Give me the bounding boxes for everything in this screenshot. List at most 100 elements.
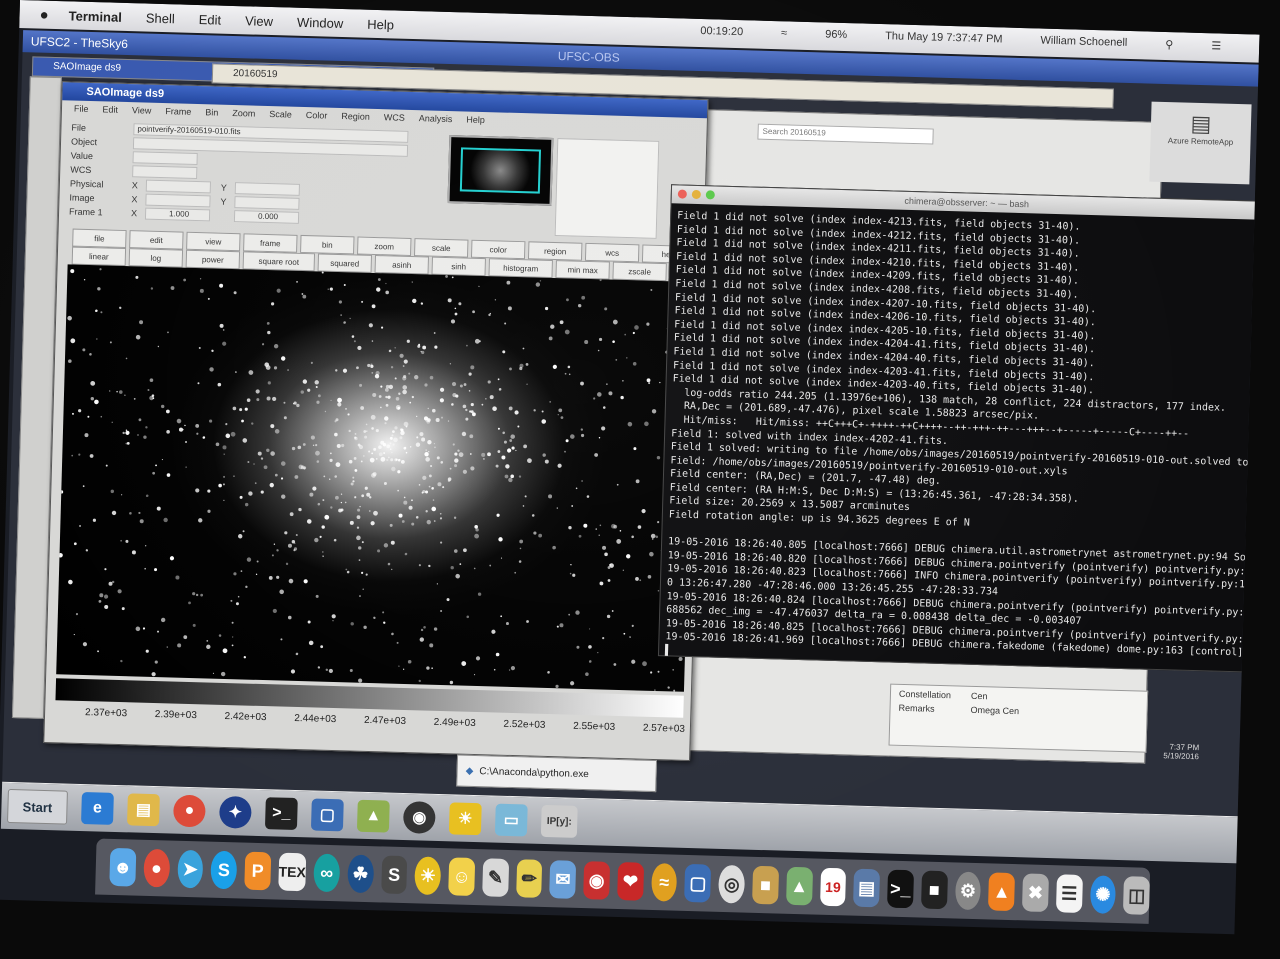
btn-wcs[interactable]: wcs [584, 242, 640, 263]
btn-region[interactable]: region [527, 241, 583, 261]
webcam-icon[interactable]: ◎ [718, 864, 746, 904]
git-icon[interactable]: ❤ [617, 862, 644, 901]
menu-view[interactable]: View [245, 13, 273, 29]
btn-zoom[interactable]: zoom [357, 236, 412, 257]
btn-file[interactable]: file [72, 228, 127, 249]
search-field[interactable]: Search 20160519 [757, 123, 934, 145]
ds9-menu-region[interactable]: Region [341, 111, 370, 122]
star [312, 444, 315, 446]
ds9-menu-bin[interactable]: Bin [205, 107, 218, 117]
menu-help[interactable]: Help [367, 16, 394, 32]
safari-icon[interactable]: ✺ [1089, 875, 1117, 914]
star [403, 668, 405, 670]
btn-view[interactable]: view [186, 231, 241, 252]
ie-icon[interactable]: e [81, 792, 114, 825]
sublime-icon[interactable]: S [380, 855, 408, 895]
btn-frame[interactable]: frame [243, 233, 298, 253]
btn-color[interactable]: color [470, 239, 526, 260]
calendar-icon[interactable]: 19 [819, 867, 847, 907]
ds9-menu-wcs[interactable]: WCS [384, 112, 405, 123]
btn-power[interactable]: power [185, 249, 241, 270]
ds9-menu-edit[interactable]: Edit [102, 104, 118, 114]
terminal-window[interactable]: chimera@obsserver: ~ — bash Field 1 did … [657, 184, 1260, 673]
minimize-icon[interactable] [691, 189, 701, 200]
app2-icon[interactable]: ◉ [402, 801, 436, 834]
prefs-icon[interactable]: ⚙ [954, 871, 982, 911]
zoom-icon[interactable] [705, 190, 715, 200]
btn-edit[interactable]: edit [129, 230, 184, 250]
sun-icon[interactable]: ☀ [448, 802, 482, 836]
btn-zscale[interactable]: zscale [612, 261, 667, 282]
scripteditor-icon[interactable]: ✖ [1022, 873, 1049, 913]
btn-linear[interactable]: linear [71, 246, 127, 267]
virtualbox-icon[interactable]: ▢ [684, 863, 712, 903]
arduino-icon[interactable]: ∞ [313, 853, 341, 893]
tex-icon[interactable]: TEX [278, 852, 307, 892]
terminal-icon[interactable]: >_ [887, 869, 914, 909]
btn-asinh[interactable]: asinh [374, 255, 429, 275]
ds9-menu-zoom[interactable]: Zoom [232, 108, 255, 119]
btn-squared[interactable]: squared [317, 253, 373, 273]
ds9-menu-view[interactable]: View [132, 105, 152, 116]
btn-histogram[interactable]: histogram [488, 258, 553, 278]
telegram-icon[interactable]: ➤ [176, 849, 204, 889]
menu-window[interactable]: Window [297, 14, 344, 30]
panner-view[interactable] [447, 135, 554, 206]
terminal-output[interactable]: Field 1 did not solve (index index-4213.… [659, 203, 1260, 680]
btn-min-max[interactable]: min max [555, 260, 610, 280]
app2-icon[interactable]: ▲ [785, 866, 813, 906]
menu-shell[interactable]: Shell [146, 10, 175, 26]
folder-icon[interactable]: ▤ [126, 793, 160, 827]
btn-scale[interactable]: scale [414, 238, 469, 258]
chrome-icon[interactable]: ● [172, 794, 206, 828]
preview-icon[interactable]: ✉ [549, 860, 577, 899]
btn-square-root[interactable]: square root [242, 251, 316, 272]
close-icon[interactable] [677, 189, 687, 199]
wifi-icon[interactable]: ≈ [781, 27, 787, 40]
ipython-icon[interactable]: IP[y]: [540, 804, 578, 838]
trash-icon[interactable]: ◫ [1123, 876, 1151, 915]
menu-edit[interactable]: Edit [199, 12, 222, 28]
ds9-menu-frame[interactable]: Frame [165, 106, 191, 117]
python-window[interactable]: ◆ C:\Anaconda\python.exe [456, 754, 658, 793]
btn-log[interactable]: log [128, 248, 184, 268]
notes-icon[interactable]: ☰ [1055, 874, 1083, 913]
skype-icon[interactable]: S [210, 850, 238, 890]
menu-terminal[interactable]: Terminal [68, 8, 122, 24]
ds9-menu-file[interactable]: File [74, 104, 89, 114]
virtualbox-icon[interactable]: ▢ [310, 798, 344, 832]
panner-box[interactable] [459, 147, 542, 194]
user-name[interactable]: William Schoenell [1040, 35, 1127, 50]
ds9-menu-help[interactable]: Help [466, 115, 485, 126]
remoteapp-panel[interactable]: ▤ Azure RemoteApp [1149, 101, 1252, 185]
app3-icon[interactable]: ■ [920, 870, 948, 910]
photos-icon[interactable]: ▤ [853, 868, 881, 908]
btn-bin[interactable]: bin [300, 234, 355, 255]
app-icon[interactable]: ☘ [347, 854, 374, 894]
menu-list-icon[interactable]: ☰ [1211, 39, 1221, 52]
finder-icon[interactable]: ☻ [109, 847, 137, 887]
btn-sinh[interactable]: sinh [431, 256, 486, 277]
ds9-menu-scale[interactable]: Scale [269, 109, 292, 120]
vlc-icon[interactable]: ▲ [988, 872, 1016, 912]
chrome-icon[interactable]: ● [143, 848, 170, 888]
ds9-menu-analysis[interactable]: Analysis [419, 113, 453, 124]
script-icon[interactable]: ✎ [482, 858, 509, 897]
chart-icon[interactable]: ▲ [356, 799, 390, 833]
clock-text[interactable]: Thu May 19 7:37:47 PM [885, 30, 1003, 46]
star-cluster-image[interactable] [56, 264, 696, 692]
wifi-icon[interactable]: ≈ [650, 862, 678, 902]
app-icon[interactable]: ✦ [218, 795, 252, 829]
cmd-icon[interactable]: >_ [264, 797, 298, 831]
pencil-icon[interactable]: ✏ [515, 859, 543, 898]
ds9-menu-color[interactable]: Color [306, 110, 328, 121]
search-icon[interactable]: ⚲ [1165, 38, 1173, 51]
pycharm-icon[interactable]: P [244, 851, 272, 891]
sun-icon[interactable]: ☀ [414, 856, 442, 896]
contacts-icon[interactable]: ■ [752, 865, 779, 905]
app3-icon[interactable]: ▭ [494, 803, 528, 837]
apple-menu-icon[interactable]: ● [39, 6, 49, 23]
cat-icon[interactable]: ☺ [448, 857, 476, 897]
start-button[interactable]: Start [7, 788, 68, 825]
photobooth-icon[interactable]: ◉ [583, 861, 611, 900]
